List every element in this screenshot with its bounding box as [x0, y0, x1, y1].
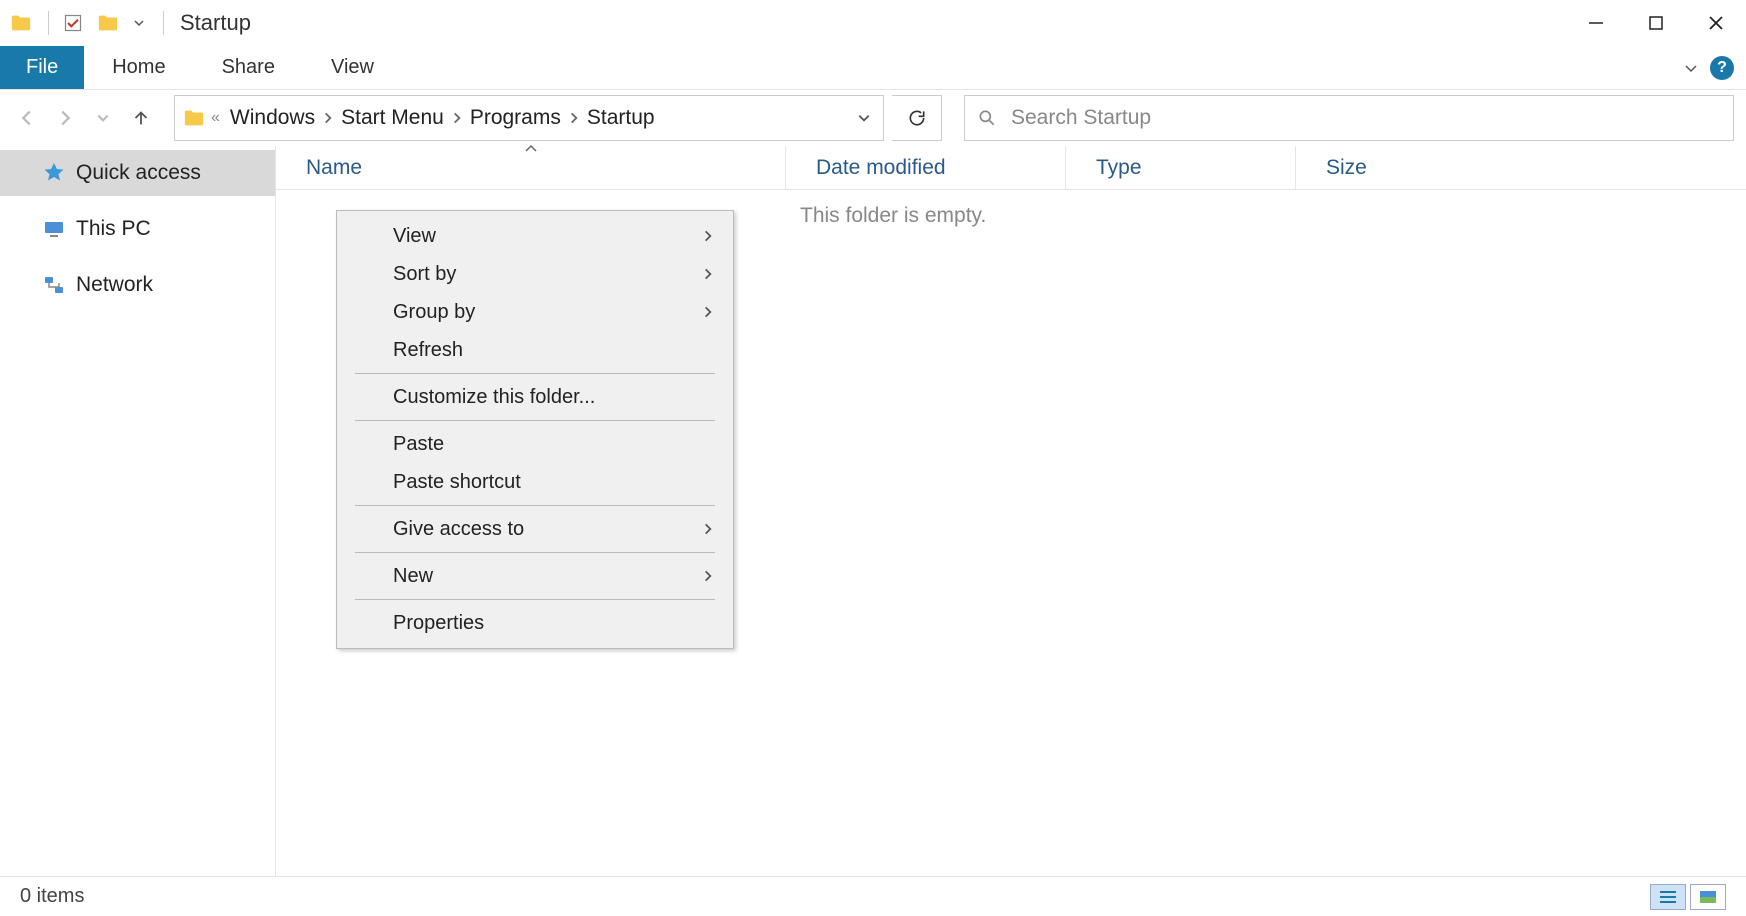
sidebar-item-quick-access[interactable]: Quick access: [0, 150, 275, 196]
ribbon: File Home Share View ?: [0, 46, 1746, 90]
context-menu-item[interactable]: Refresh: [337, 331, 733, 369]
details-view-button[interactable]: [1650, 884, 1686, 910]
maximize-button[interactable]: [1626, 0, 1686, 46]
window-title: Startup: [180, 10, 251, 36]
breadcrumb-segment[interactable]: Windows: [224, 106, 321, 130]
close-button[interactable]: [1686, 0, 1746, 46]
chevron-right-icon: [701, 522, 715, 536]
search-input[interactable]: [1011, 106, 1721, 130]
new-folder-quick-icon[interactable]: [97, 12, 119, 34]
pc-icon: [42, 217, 66, 241]
forward-button[interactable]: [50, 103, 80, 133]
breadcrumb-segment[interactable]: Programs: [464, 106, 567, 130]
sort-indicator-icon: [524, 143, 538, 153]
up-button[interactable]: [126, 103, 156, 133]
breadcrumb-segment[interactable]: Startup: [581, 106, 661, 130]
home-tab[interactable]: Home: [84, 46, 193, 89]
separator: [48, 11, 49, 35]
folder-icon: [183, 107, 205, 129]
sidebar-item-network[interactable]: Network: [0, 262, 275, 308]
content-pane[interactable]: Name Date modified Type Size This folder…: [276, 146, 1746, 876]
menu-separator: [355, 599, 715, 600]
address-bar[interactable]: « Windows Start Menu Programs Startup: [174, 95, 884, 141]
share-tab[interactable]: Share: [194, 46, 303, 89]
column-headers: Name Date modified Type Size: [276, 146, 1746, 190]
column-label: Name: [306, 156, 362, 180]
network-icon: [42, 273, 66, 297]
context-menu-item[interactable]: View: [337, 217, 733, 255]
column-type[interactable]: Type: [1066, 146, 1296, 189]
context-menu: ViewSort byGroup byRefresh Customize this…: [336, 210, 734, 649]
sidebar-item-label: Network: [76, 273, 153, 297]
recent-locations-button[interactable]: [88, 103, 118, 133]
column-date-modified[interactable]: Date modified: [786, 146, 1066, 189]
breadcrumb-overflow-icon[interactable]: «: [207, 109, 224, 127]
separator: [163, 11, 164, 35]
menu-separator: [355, 552, 715, 553]
chevron-right-icon: [701, 267, 715, 281]
context-menu-item[interactable]: Give access to: [337, 510, 733, 548]
chevron-right-icon[interactable]: [321, 111, 335, 125]
column-name[interactable]: Name: [276, 146, 786, 189]
quick-access-dropdown-icon[interactable]: [133, 17, 145, 29]
back-button[interactable]: [12, 103, 42, 133]
context-menu-item[interactable]: Sort by: [337, 255, 733, 293]
column-label: Date modified: [816, 156, 946, 180]
star-icon: [42, 161, 66, 185]
context-menu-item[interactable]: Group by: [337, 293, 733, 331]
sidebar-item-label: This PC: [76, 217, 151, 241]
navigation-pane: Quick access This PC Network: [0, 146, 276, 876]
sidebar-item-label: Quick access: [76, 161, 201, 185]
file-tab[interactable]: File: [0, 46, 84, 89]
title-bar: Startup: [0, 0, 1746, 46]
nav-toolbar: « Windows Start Menu Programs Startup: [0, 90, 1746, 146]
chevron-right-icon: [701, 305, 715, 319]
window-controls: [1566, 0, 1746, 46]
menu-separator: [355, 505, 715, 506]
view-tab[interactable]: View: [303, 46, 402, 89]
sidebar-item-this-pc[interactable]: This PC: [0, 206, 275, 252]
refresh-button[interactable]: [892, 95, 942, 141]
empty-folder-message: This folder is empty.: [800, 204, 986, 228]
context-menu-item[interactable]: Paste: [337, 425, 733, 463]
minimize-button[interactable]: [1566, 0, 1626, 46]
context-menu-item[interactable]: Customize this folder...: [337, 378, 733, 416]
menu-separator: [355, 373, 715, 374]
large-icons-view-button[interactable]: [1690, 884, 1726, 910]
help-button[interactable]: ?: [1710, 56, 1734, 80]
status-bar: 0 items: [0, 876, 1746, 916]
chevron-right-icon[interactable]: [450, 111, 464, 125]
context-menu-item[interactable]: Properties: [337, 604, 733, 642]
menu-separator: [355, 420, 715, 421]
address-history-dropdown[interactable]: [849, 111, 879, 125]
chevron-right-icon: [701, 569, 715, 583]
properties-quick-icon[interactable]: [63, 13, 83, 33]
context-menu-item[interactable]: Paste shortcut: [337, 463, 733, 501]
status-item-count: 0 items: [20, 885, 84, 908]
ribbon-collapse-icon[interactable]: [1682, 59, 1700, 77]
column-label: Type: [1096, 156, 1142, 180]
chevron-right-icon[interactable]: [567, 111, 581, 125]
folder-icon: [10, 12, 32, 34]
search-box[interactable]: [964, 95, 1734, 141]
chevron-right-icon: [701, 229, 715, 243]
context-menu-item[interactable]: New: [337, 557, 733, 595]
search-icon: [977, 108, 997, 128]
breadcrumb-segment[interactable]: Start Menu: [335, 106, 450, 130]
column-size[interactable]: Size: [1296, 146, 1456, 189]
column-label: Size: [1326, 156, 1367, 180]
